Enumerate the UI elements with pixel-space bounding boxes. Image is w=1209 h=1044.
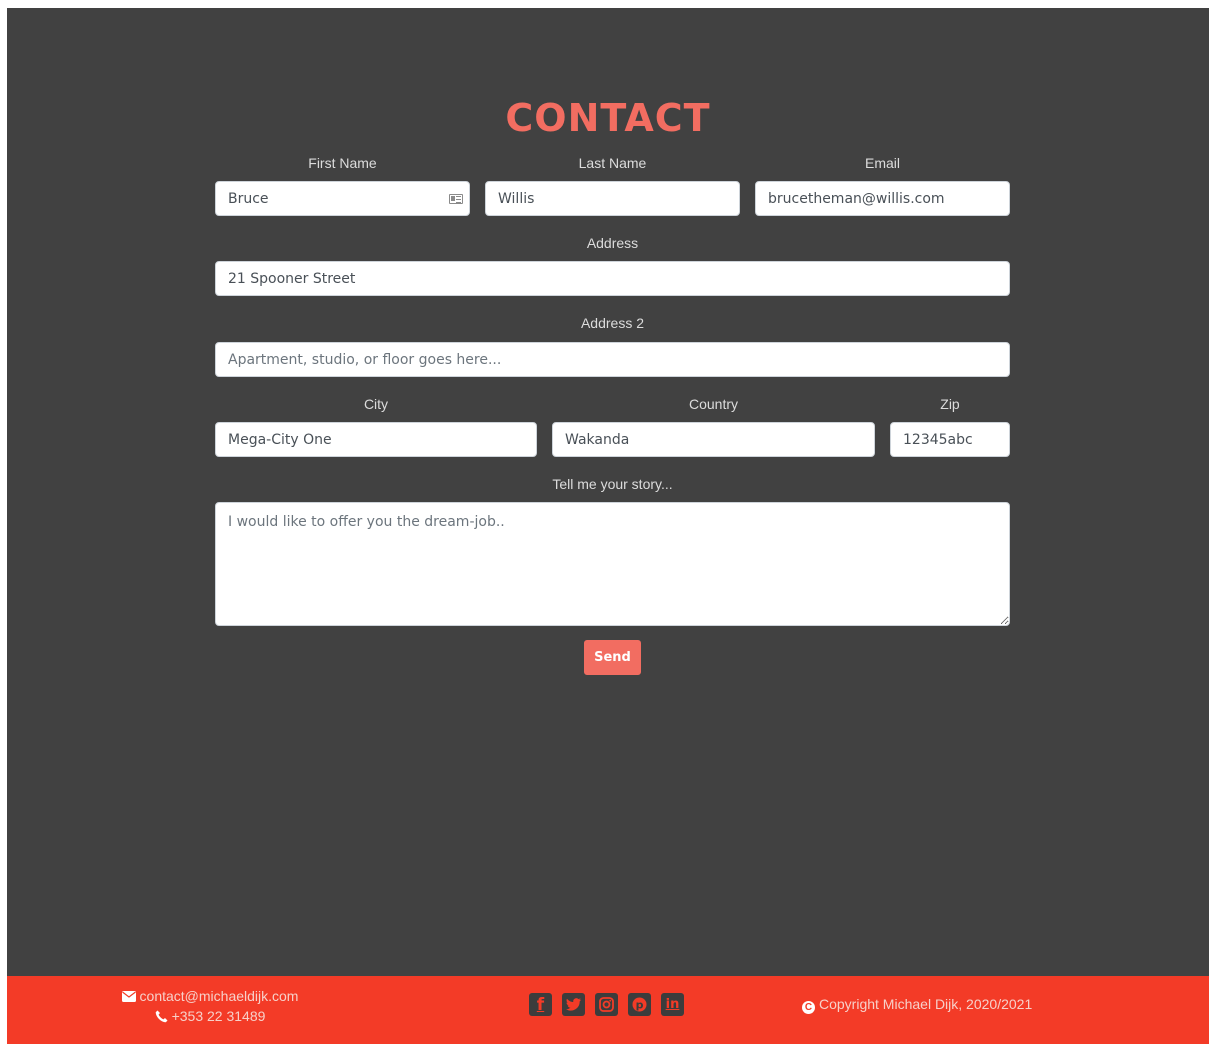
autofill-contact-card-icon[interactable] — [449, 194, 463, 204]
address-label: Address — [586, 235, 639, 251]
country-input[interactable] — [552, 422, 875, 457]
pinterest-icon[interactable]: p — [628, 993, 651, 1016]
country-label: Country — [688, 396, 739, 412]
email-input[interactable] — [755, 181, 1010, 216]
footer-copyright: C Copyright Michael Dijk, 2020/2021 — [802, 996, 1032, 1014]
last-name-input[interactable] — [485, 181, 740, 216]
send-button[interactable]: Send — [584, 640, 641, 675]
footer-email-row: contact@michaeldijk.com — [7, 986, 413, 1006]
footer-email-link[interactable]: contact@michaeldijk.com — [140, 986, 299, 1006]
address2-input[interactable] — [215, 342, 1010, 377]
footer: contact@michaeldijk.com +353 22 31489 f … — [7, 976, 1209, 1044]
page: CONTACT First Name Last Name Email Addre… — [7, 8, 1209, 1044]
zip-input[interactable] — [890, 422, 1010, 457]
story-textarea[interactable] — [215, 502, 1010, 626]
linkedin-icon[interactable]: in — [661, 993, 684, 1016]
footer-contact: contact@michaeldijk.com +353 22 31489 — [7, 986, 413, 1026]
first-name-input[interactable] — [215, 181, 470, 216]
page-title: CONTACT — [505, 96, 711, 140]
copyright-text: Copyright Michael Dijk, 2020/2021 — [819, 996, 1033, 1012]
first-name-label: First Name — [308, 155, 377, 171]
city-label: City — [363, 396, 389, 412]
zip-label: Zip — [940, 396, 960, 412]
envelope-icon — [121, 990, 136, 1002]
social-links: f p in — [529, 993, 684, 1016]
address2-label: Address 2 — [580, 315, 645, 331]
footer-phone-row: +353 22 31489 — [7, 1006, 413, 1026]
city-input[interactable] — [215, 422, 537, 457]
email-label: Email — [864, 155, 900, 171]
facebook-icon[interactable]: f — [529, 993, 552, 1016]
copyright-icon: C — [802, 1001, 815, 1014]
last-name-label: Last Name — [578, 155, 647, 171]
twitter-icon[interactable] — [562, 993, 585, 1016]
svg-text:p: p — [636, 999, 644, 1012]
address-input[interactable] — [215, 261, 1010, 296]
footer-phone: +353 22 31489 — [171, 1008, 266, 1024]
story-label: Tell me your story... — [552, 476, 673, 492]
instagram-icon[interactable] — [595, 993, 618, 1016]
phone-icon — [155, 1010, 168, 1022]
